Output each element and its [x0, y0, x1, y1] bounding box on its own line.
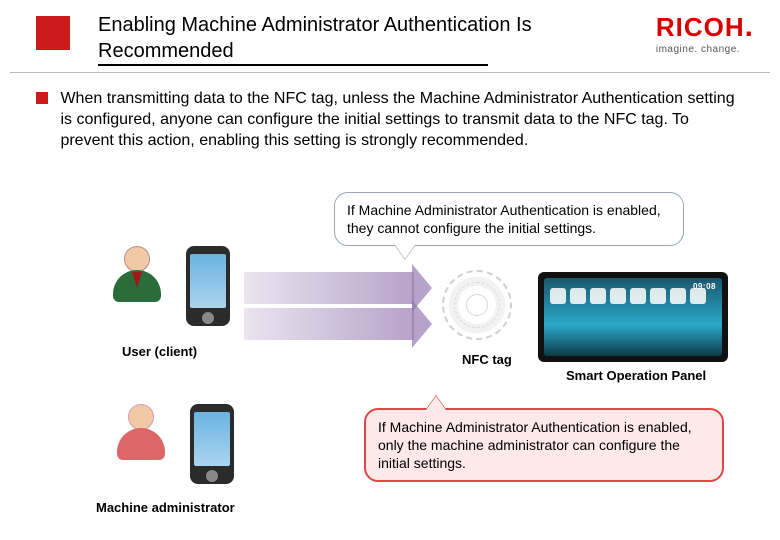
label-admin: Machine administrator — [96, 500, 235, 515]
logo-tagline: imagine. change. — [656, 44, 754, 55]
header-divider — [10, 72, 770, 73]
phone-user-icon — [186, 246, 230, 326]
callout-top-text: If Machine Administrator Authentication … — [347, 202, 661, 236]
slide: Enabling Machine Administrator Authentic… — [0, 0, 780, 540]
admin-body-icon — [117, 428, 165, 460]
label-panel: Smart Operation Panel — [566, 368, 706, 383]
callout-bottom: If Machine Administrator Authentication … — [364, 408, 724, 482]
panel-app-icon — [670, 288, 686, 304]
panel-app-icon — [650, 288, 666, 304]
phone-admin-icon — [190, 404, 234, 484]
panel-app-icon — [590, 288, 606, 304]
title-underline — [98, 64, 488, 66]
logo-text: RICOH. — [656, 12, 754, 42]
panel-app-icon — [570, 288, 586, 304]
tie-icon — [132, 272, 142, 288]
brand-logo: RICOH. imagine. change. — [656, 12, 754, 55]
panel-app-icon — [610, 288, 626, 304]
label-user: User (client) — [122, 344, 197, 359]
callout-bottom-text: If Machine Administrator Authentication … — [378, 419, 692, 471]
phone-screen-icon — [190, 254, 226, 308]
logo-word: RICOH — [656, 12, 745, 42]
phone-home-icon — [202, 312, 214, 324]
header: Enabling Machine Administrator Authentic… — [36, 12, 760, 72]
admin-icon — [112, 404, 170, 478]
panel-app-icon — [630, 288, 646, 304]
panel-app-icon — [550, 288, 566, 304]
arrow-bottom-icon — [244, 308, 414, 340]
admin-head-icon — [128, 404, 154, 430]
user-body-icon — [113, 270, 161, 302]
arrow-top-icon — [244, 272, 414, 304]
panel-time: 09:08 — [693, 282, 716, 291]
page-title: Enabling Machine Administrator Authentic… — [98, 12, 538, 64]
user-head-icon — [124, 246, 150, 272]
user-icon — [108, 246, 166, 320]
panel-screen-icon: 09:08 — [544, 278, 722, 356]
phone-screen-icon — [194, 412, 230, 466]
logo-dot-icon: . — [745, 10, 754, 43]
bullet-icon — [36, 92, 48, 104]
phone-home-icon — [206, 470, 218, 482]
body-paragraph-row: When transmitting data to the NFC tag, u… — [36, 88, 760, 151]
nfc-tag-icon — [442, 270, 512, 340]
smart-operation-panel-icon: 09:08 — [538, 272, 728, 362]
callout-top: If Machine Administrator Authentication … — [334, 192, 684, 246]
body-paragraph: When transmitting data to the NFC tag, u… — [60, 88, 740, 151]
label-nfc: NFC tag — [462, 352, 512, 367]
title-bullet-icon — [36, 16, 70, 50]
